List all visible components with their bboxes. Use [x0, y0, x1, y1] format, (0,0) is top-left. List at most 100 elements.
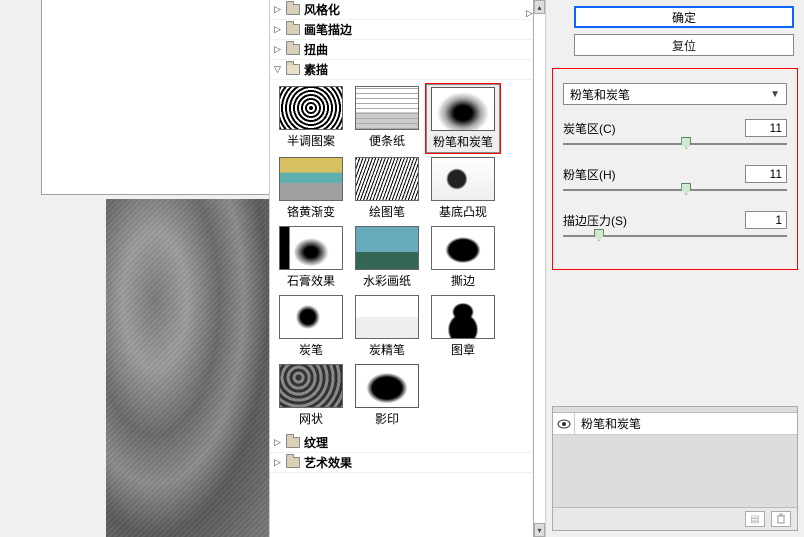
thumb-image [279, 86, 343, 130]
collapse-icon: ▽ [274, 64, 286, 75]
folder-icon [286, 4, 300, 15]
effect-layers-panel: 粉笔和炭笔 ▤ [552, 406, 798, 531]
thumb-image [355, 157, 419, 201]
thumb-12[interactable]: 网状 [274, 362, 348, 429]
thumb-label: 炭笔 [299, 341, 323, 358]
scroll-down-button[interactable]: ▾ [534, 523, 545, 537]
ok-button[interactable]: 确定 [574, 6, 794, 28]
folder-icon [286, 24, 300, 35]
category-texture[interactable]: ▷ 纹理 [270, 433, 533, 453]
preview-column [0, 0, 270, 537]
preview-top-blank [41, 0, 269, 195]
thumb-9[interactable]: 炭笔 [274, 293, 348, 360]
param-value-chalk[interactable] [745, 165, 787, 183]
preview-image [106, 199, 269, 537]
category-label: 素描 [304, 61, 328, 78]
category-label: 风格化 [304, 1, 340, 18]
thumb-label: 图章 [451, 341, 475, 358]
settings-column: ▷ 确定 复位 粉笔和炭笔 ▼ 炭笔区(C) 粉笔区 [546, 0, 804, 537]
thumb-11[interactable]: 图章 [426, 293, 500, 360]
expand-icon: ▷ [274, 437, 286, 448]
thumb-label: 基底凸现 [439, 203, 487, 220]
thumb-image [431, 157, 495, 201]
reset-button[interactable]: 复位 [574, 34, 794, 56]
category-stylize[interactable]: ▷ 风格化 [270, 0, 533, 20]
expand-icon: ▷ [274, 457, 286, 468]
category-label: 艺术效果 [304, 454, 352, 471]
chevron-down-icon: ▼ [770, 89, 780, 100]
thumb-2[interactable]: 粉笔和炭笔 [426, 84, 500, 153]
category-label: 扭曲 [304, 41, 328, 58]
thumb-label: 粉笔和炭笔 [433, 133, 493, 150]
thumb-label: 绘图笔 [369, 203, 405, 220]
expand-icon: ▷ [274, 44, 286, 55]
toggle-icon[interactable]: ▷ [526, 8, 533, 19]
trash-icon [775, 513, 787, 525]
thumb-4[interactable]: 绘图笔 [350, 155, 424, 222]
folder-icon [286, 437, 300, 448]
thumb-image [355, 364, 419, 408]
expand-icon: ▷ [274, 4, 286, 15]
thumb-6[interactable]: 石膏效果 [274, 224, 348, 291]
slider-stroke[interactable] [563, 229, 787, 243]
slider-handle-icon[interactable] [681, 137, 691, 149]
category-distort[interactable]: ▷ 扭曲 [270, 40, 533, 60]
thumb-label: 水彩画纸 [363, 272, 411, 289]
effect-layer[interactable]: 粉笔和炭笔 [553, 413, 797, 435]
param-value-stroke[interactable] [745, 211, 787, 229]
thumb-label: 撕边 [451, 272, 475, 289]
eye-icon [557, 419, 571, 429]
slider-chalk[interactable] [563, 183, 787, 197]
expand-icon: ▷ [274, 24, 286, 35]
thumb-5[interactable]: 基底凸现 [426, 155, 500, 222]
category-label: 画笔描边 [304, 21, 352, 38]
thumb-0[interactable]: 半调图案 [274, 84, 348, 153]
sketch-thumbnails: 半调图案 便条纸 粉笔和炭笔铬黄渐变绘图笔 基底凸现石膏效果水彩画纸 撕边炭笔 炭精笔 图章… [270, 80, 533, 433]
thumb-image [431, 226, 495, 270]
preview-frame [41, 199, 269, 537]
thumb-image [431, 87, 495, 131]
thumb-image [279, 364, 343, 408]
category-scrollbar[interactable]: ▴ ▾ [533, 0, 545, 537]
thumb-image [431, 295, 495, 339]
param-label-chalk: 粉笔区(H) [563, 166, 616, 183]
thumb-label: 炭精笔 [369, 341, 405, 358]
scroll-up-button[interactable]: ▴ [534, 0, 545, 14]
param-value-charcoal[interactable] [745, 119, 787, 137]
thumb-image [279, 226, 343, 270]
filter-params-panel: 粉笔和炭笔 ▼ 炭笔区(C) 粉笔区(H) [552, 68, 798, 270]
thumb-13[interactable]: 影印 [350, 362, 424, 429]
thumb-10[interactable]: 炭精笔 [350, 293, 424, 360]
thumb-image [355, 86, 419, 130]
thumb-image [355, 295, 419, 339]
filter-dropdown-label: 粉笔和炭笔 [570, 86, 630, 103]
param-label-charcoal: 炭笔区(C) [563, 120, 616, 137]
folder-open-icon [286, 64, 300, 75]
visibility-toggle[interactable] [553, 413, 575, 435]
delete-effect-button[interactable] [771, 511, 791, 527]
effect-layers-empty [553, 435, 797, 508]
filter-dropdown[interactable]: 粉笔和炭笔 ▼ [563, 83, 787, 105]
thumb-1[interactable]: 便条纸 [350, 84, 424, 153]
category-sketch[interactable]: ▽ 素描 [270, 60, 533, 80]
category-label: 纹理 [304, 434, 328, 451]
thumb-3[interactable]: 铬黄渐变 [274, 155, 348, 222]
slider-charcoal[interactable] [563, 137, 787, 151]
thumb-8[interactable]: 撕边 [426, 224, 500, 291]
folder-icon [286, 457, 300, 468]
thumb-image [279, 295, 343, 339]
thumb-label: 便条纸 [369, 132, 405, 149]
thumb-image [279, 157, 343, 201]
effect-layer-label: 粉笔和炭笔 [575, 415, 641, 432]
filter-gallery-column: ▷ 风格化 ▷ 画笔描边 ▷ 扭曲 ▽ 素描 [270, 0, 546, 537]
thumb-image [355, 226, 419, 270]
slider-handle-icon[interactable] [594, 229, 604, 241]
thumb-7[interactable]: 水彩画纸 [350, 224, 424, 291]
thumb-label: 影印 [375, 410, 399, 427]
new-effect-button[interactable]: ▤ [745, 511, 765, 527]
category-brush-strokes[interactable]: ▷ 画笔描边 [270, 20, 533, 40]
slider-handle-icon[interactable] [681, 183, 691, 195]
category-artistic[interactable]: ▷ 艺术效果 [270, 453, 533, 473]
thumb-label: 网状 [299, 410, 323, 427]
thumb-label: 半调图案 [287, 132, 335, 149]
